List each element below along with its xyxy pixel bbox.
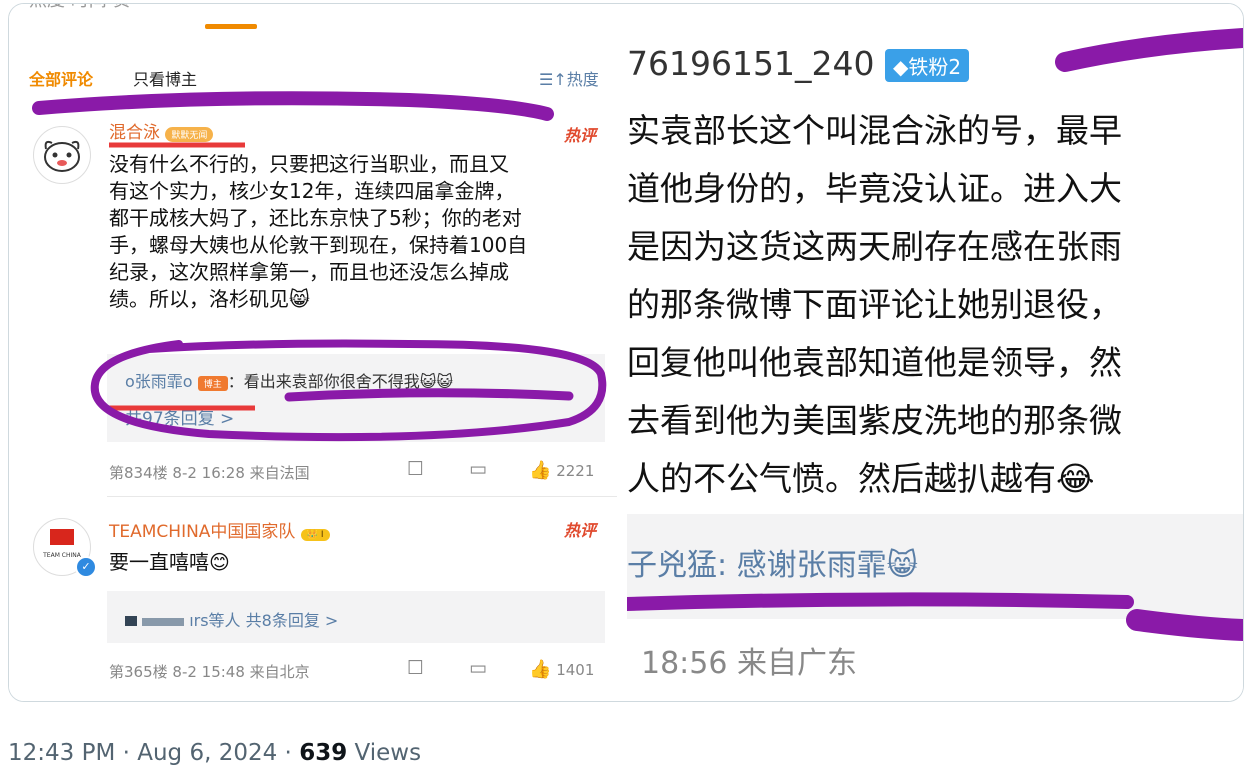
tweet-media-frame[interactable]: 热度 时间 赞 全部评论 只看博主 ☰↑热度 混合泳 默默无闻 热评 没有什么不… — [8, 3, 1244, 702]
marker-annotations — [627, 28, 1243, 641]
views-label: Views — [347, 740, 422, 766]
tweet-timestamp[interactable]: 12:43 PM · Aug 6, 2024 · — [8, 740, 299, 766]
marker-annotations — [32, 91, 607, 442]
tweet-footer: 12:43 PM · Aug 6, 2024 · 639 Views — [8, 740, 421, 766]
views-count: 639 — [299, 740, 348, 766]
right-screenshot: 76196151_240 ◆铁粉2 实袁部长这个叫混合泳的号，最早 道他身份的，… — [627, 4, 1243, 701]
left-screenshot: 热度 时间 赞 全部评论 只看博主 ☰↑热度 混合泳 默默无闻 热评 没有什么不… — [9, 4, 627, 701]
